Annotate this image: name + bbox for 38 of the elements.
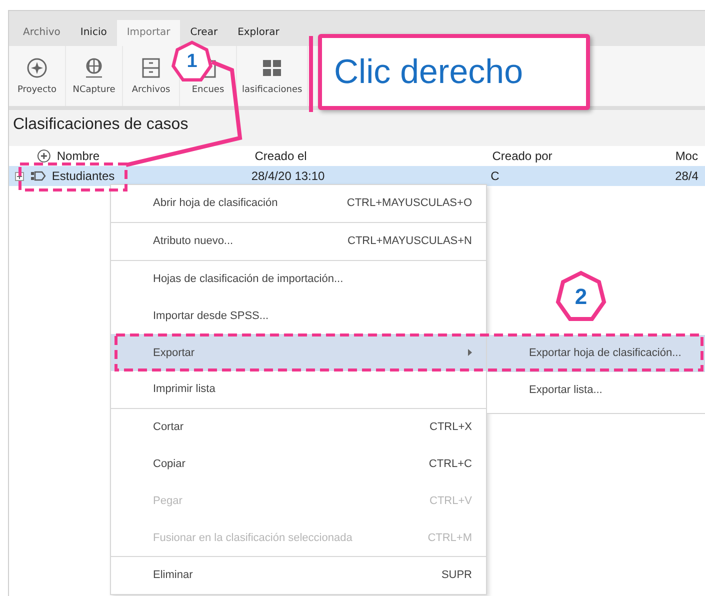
menu-item[interactable]: Importar desde SPSS...	[111, 297, 486, 334]
step-tooltip: 1	[170, 40, 214, 84]
column-header[interactable]: Creado por	[492, 149, 676, 163]
shortcut-text: CTRL+MAYUSCULAS+O	[346, 197, 472, 210]
table-cell-text: 28/4	[675, 169, 700, 183]
ribbon-button[interactable]: lasificaciones	[237, 46, 308, 106]
menu-item[interactable]: Imprimir lista	[111, 370, 486, 408]
menu-item[interactable]: Eliminar SUPR	[111, 556, 486, 594]
menu-item[interactable]: Exportar hoja de clasificación...	[487, 335, 705, 372]
shortcut-text: CTRL+M	[428, 532, 472, 544]
table-row[interactable]: Estudiantes 28/4/20 13:10 C 28/4	[9, 166, 705, 186]
ribbon-tab[interactable]: Inicio	[70, 20, 117, 46]
table-cell-text: 28/4/20 13:10	[251, 169, 326, 183]
ribbon-tab[interactable]: Importar	[116, 20, 180, 46]
ribbon-tab[interactable]: Archivo	[13, 20, 70, 46]
shortcut-text: CTRL+X	[430, 421, 472, 434]
ribbon-tab[interactable]: Explorar	[228, 20, 290, 46]
table-cell-text: C	[490, 169, 500, 183]
menu-item[interactable]: Cortar CTRL+X	[111, 408, 486, 446]
menu-item[interactable]: Copiar CTRL+C	[111, 446, 486, 482]
ribbon-button[interactable]: Proyecto	[9, 46, 66, 106]
menu-item[interactable]: Exportar	[111, 334, 486, 371]
shortcut-text: CTRL+V	[430, 494, 472, 507]
shortcut-text: CTRL+MAYUSCULAS+N	[348, 235, 472, 248]
panel-title: Clasificaciones de casos	[9, 110, 705, 146]
table-cell-text: Estudiantes	[52, 169, 116, 183]
ribbon-button[interactable]: NCapture	[66, 46, 123, 106]
menu-item[interactable]: Exportar lista...	[487, 372, 705, 409]
column-header[interactable]: Moc	[675, 149, 705, 163]
step-tooltip: 2	[554, 270, 608, 324]
shortcut-text: SUPR	[441, 569, 472, 582]
callout-tooltip: Clic derecho	[318, 34, 590, 110]
column-header[interactable]: Nombre	[56, 149, 255, 163]
shortcut-text: CTRL+C	[428, 458, 472, 470]
column-header[interactable]: Creado el	[254, 149, 492, 163]
menu-item[interactable]: Atributo nuevo... CTRL+MAYUSCULAS+N	[111, 222, 486, 260]
menu-item[interactable]: Hojas de clasificación de importación...	[111, 260, 486, 298]
menu-item[interactable]: Abrir hoja de clasificación CTRL+MAYUSCULAS+O	[111, 185, 486, 222]
